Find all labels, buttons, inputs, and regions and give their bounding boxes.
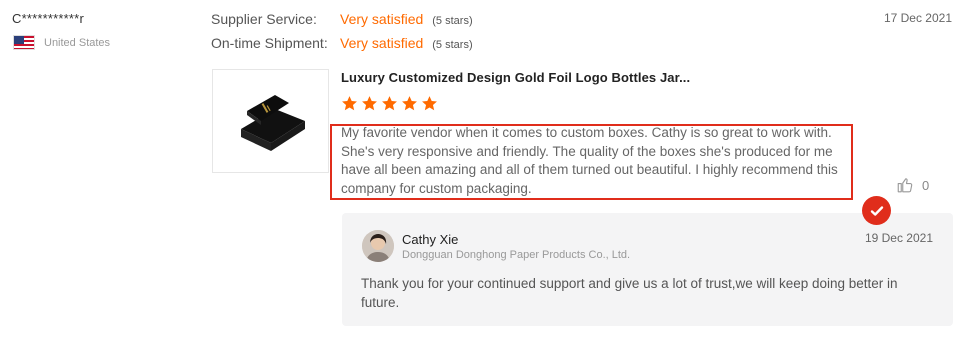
product-thumbnail[interactable]	[212, 69, 329, 173]
rating-label: Supplier Service:	[211, 11, 317, 27]
star-icon	[422, 96, 437, 111]
review-text: My favorite vendor when it comes to cust…	[341, 125, 838, 196]
like-count: 0	[922, 177, 930, 193]
rating-ontime-shipment: On-time Shipment: Very satisfied (5 star…	[211, 35, 473, 51]
supplier-reply: Cathy Xie Dongguan Donghong Paper Produc…	[342, 213, 953, 326]
verified-check-icon	[862, 196, 891, 225]
star-icon	[342, 96, 357, 111]
buyer-country: United States	[13, 35, 110, 50]
like-button[interactable]: 0	[896, 176, 929, 194]
rating-supplier-service: Supplier Service: Very satisfied (5 star…	[211, 11, 473, 27]
rating-stars-text: (5 stars)	[432, 15, 473, 27]
star-icon	[362, 96, 377, 111]
buyer-name: C***********r	[12, 11, 84, 26]
product-image	[240, 95, 305, 151]
rating-value: Very satisfied	[340, 11, 424, 27]
buyer-country-label: United States	[44, 36, 111, 49]
review-date: 17 Dec 2021	[883, 11, 952, 25]
reply-author-name: Cathy Xie	[402, 232, 459, 247]
product-title-link[interactable]: Luxury Customized Design Gold Foil Logo …	[341, 70, 690, 85]
reply-text: Thank you for your continued support and…	[361, 276, 898, 310]
reply-company: Dongguan Donghong Paper Products Co., Lt…	[402, 249, 631, 261]
star-icon	[402, 96, 417, 111]
rating-value: Very satisfied	[340, 35, 424, 51]
star-rating	[341, 95, 438, 112]
avatar	[362, 230, 394, 262]
thumbs-up-icon	[897, 178, 913, 193]
star-icon	[382, 96, 397, 111]
rating-stars-text: (5 stars)	[432, 39, 473, 51]
rating-label: On-time Shipment:	[211, 35, 328, 51]
reply-date: 19 Dec 2021	[864, 231, 933, 245]
us-flag-icon	[13, 35, 35, 50]
